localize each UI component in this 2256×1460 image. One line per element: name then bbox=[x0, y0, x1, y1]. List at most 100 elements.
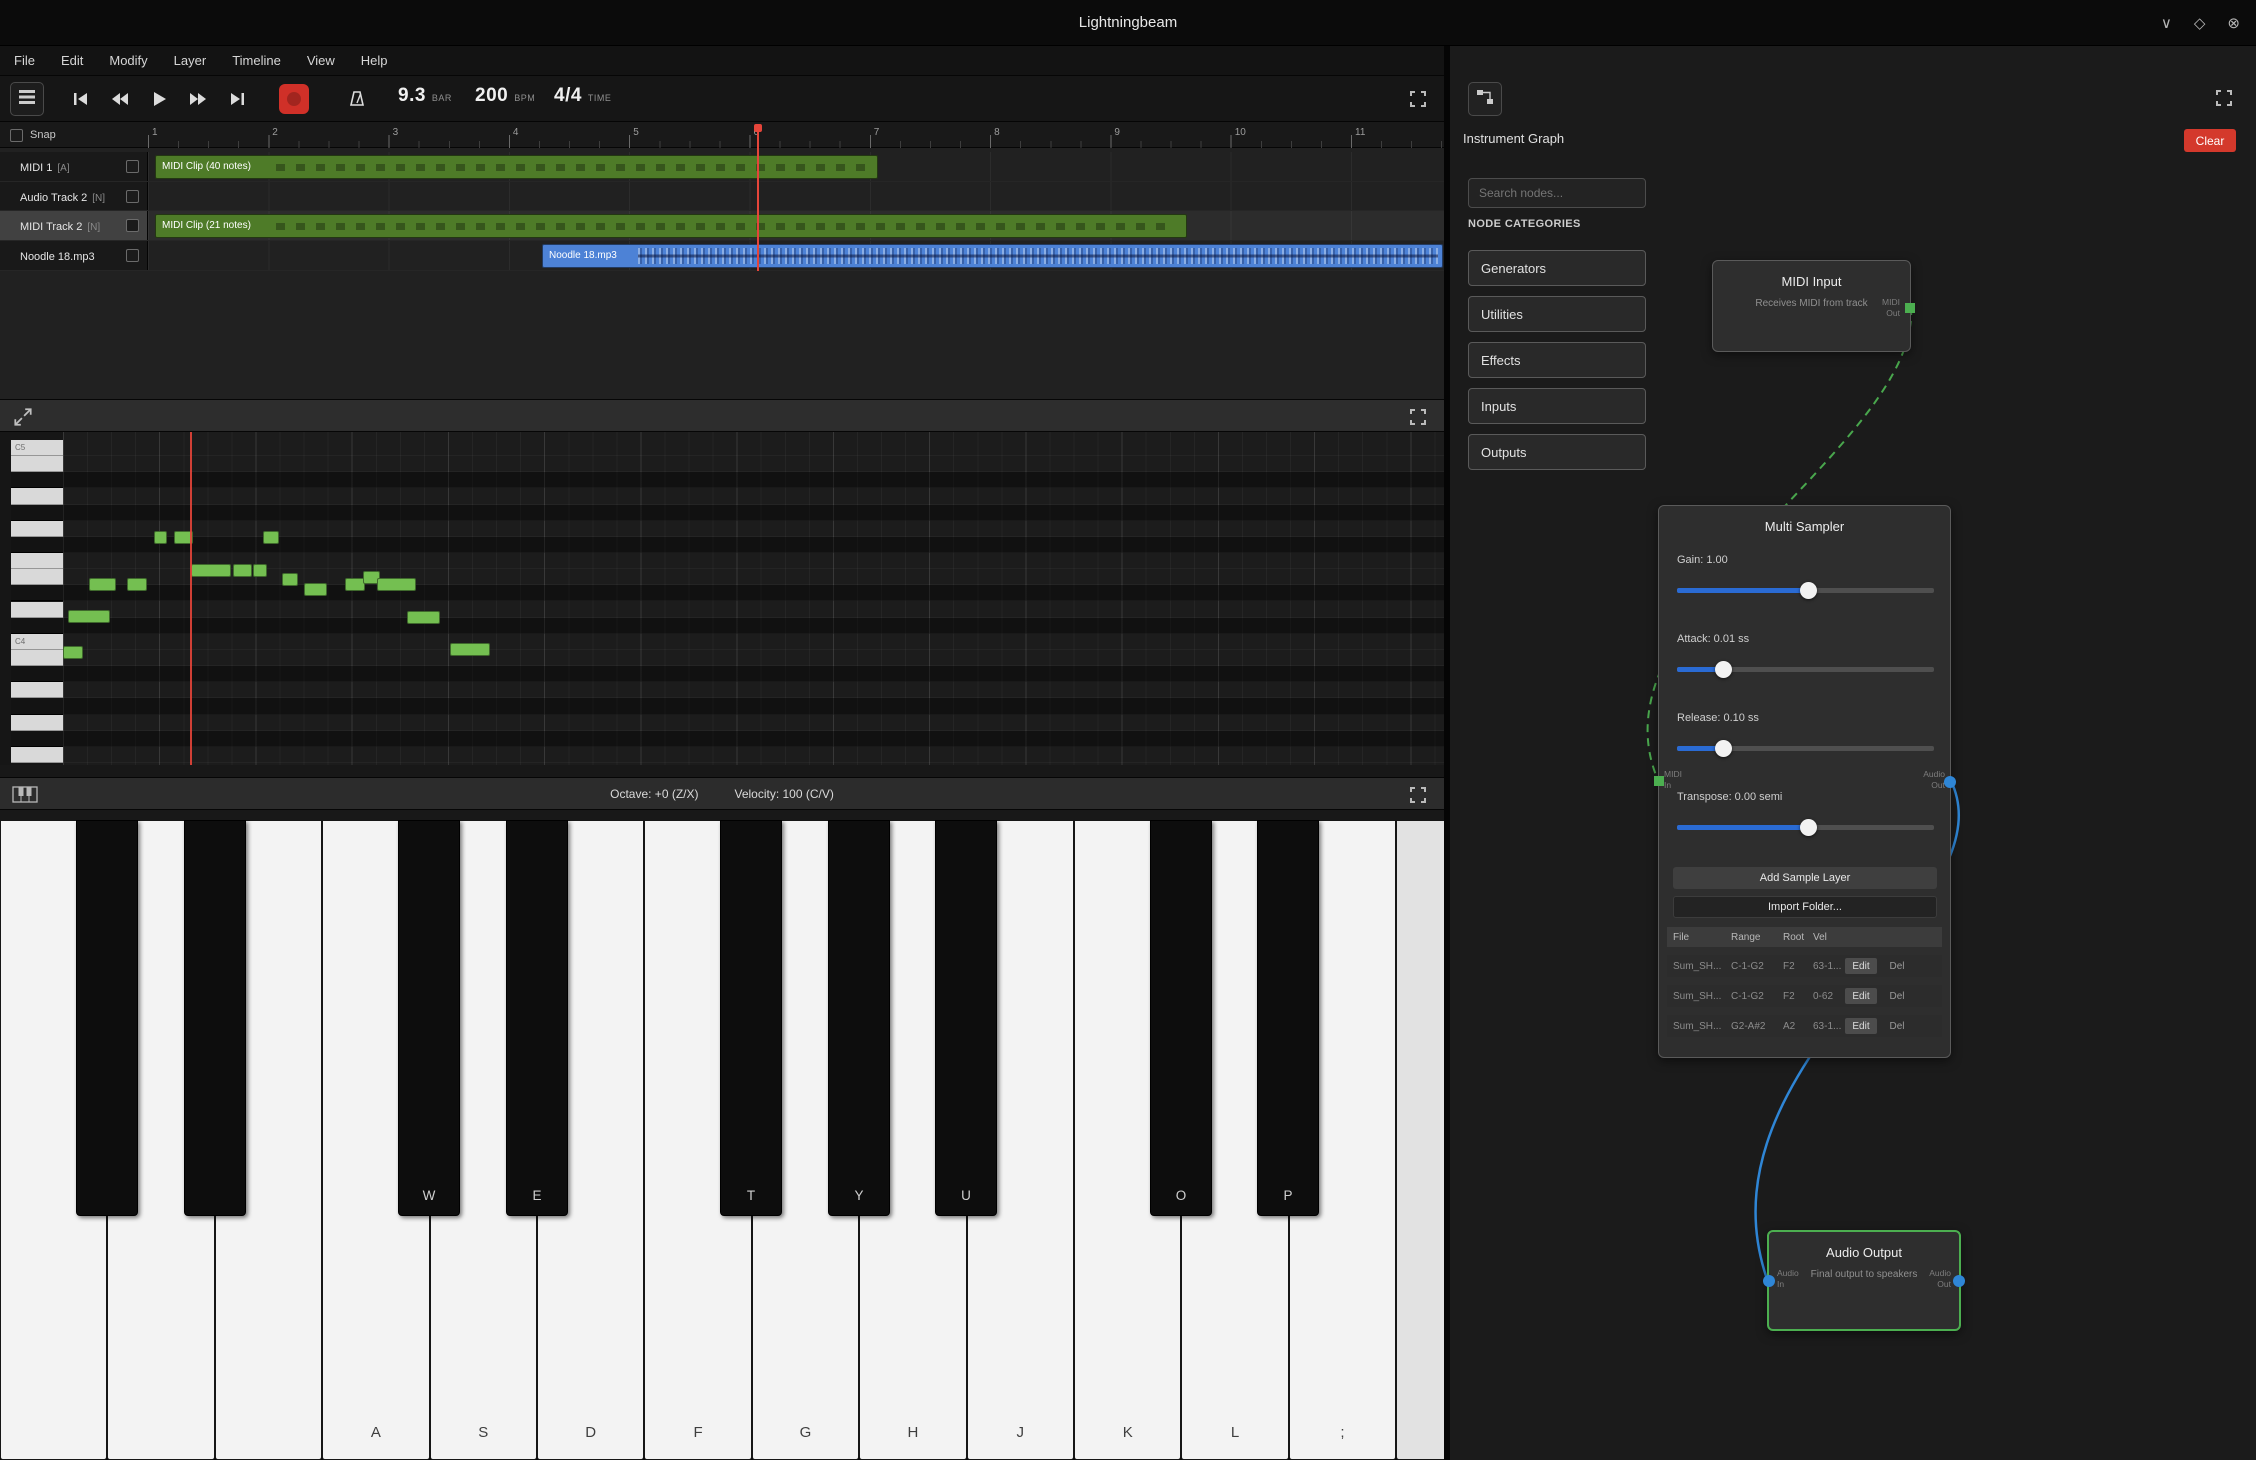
slider-track[interactable] bbox=[1677, 667, 1934, 672]
sample-delete-button[interactable]: Del bbox=[1883, 1018, 1911, 1034]
audio-in-port[interactable] bbox=[1763, 1275, 1775, 1287]
menu-edit[interactable]: Edit bbox=[61, 53, 83, 68]
roll-key[interactable] bbox=[11, 650, 63, 666]
category-outputs[interactable]: Outputs bbox=[1468, 434, 1646, 470]
timeline-playhead[interactable] bbox=[757, 124, 759, 271]
midi-note[interactable] bbox=[263, 531, 279, 544]
keyboard-fullscreen-button[interactable] bbox=[1404, 781, 1432, 809]
menu-modify[interactable]: Modify bbox=[109, 53, 147, 68]
track-row[interactable]: Audio Track 2[N] bbox=[0, 182, 1444, 212]
skip-to-end-button[interactable] bbox=[222, 82, 252, 116]
clear-graph-button[interactable]: Clear bbox=[2184, 129, 2236, 152]
midi-note[interactable] bbox=[304, 583, 327, 596]
import-folder-button[interactable]: Import Folder... bbox=[1673, 896, 1937, 918]
roll-key[interactable] bbox=[11, 747, 63, 763]
node-midi-input[interactable]: MIDI Input Receives MIDI from track MIDI… bbox=[1712, 260, 1911, 352]
add-sample-layer-button[interactable]: Add Sample Layer bbox=[1673, 867, 1937, 889]
roll-key[interactable] bbox=[11, 698, 63, 714]
sample-edit-button[interactable]: Edit bbox=[1845, 1018, 1877, 1034]
black-key[interactable]: W bbox=[398, 820, 460, 1216]
node-search-input[interactable] bbox=[1468, 178, 1646, 208]
roll-grid[interactable] bbox=[63, 432, 1444, 765]
roll-key[interactable] bbox=[11, 602, 63, 618]
rewind-button[interactable] bbox=[105, 82, 135, 116]
black-key[interactable]: P bbox=[1257, 820, 1319, 1216]
track-checkbox[interactable] bbox=[126, 219, 139, 232]
midi-note[interactable] bbox=[450, 643, 490, 656]
window-maximize-icon[interactable]: ◇ bbox=[2194, 14, 2206, 32]
timeline-ruler[interactable]: Snap 1234567891011 bbox=[0, 122, 1444, 148]
slider-handle[interactable] bbox=[1800, 582, 1817, 599]
roll-key[interactable] bbox=[11, 666, 63, 682]
roll-key[interactable] bbox=[11, 618, 63, 634]
roll-key[interactable]: C4 bbox=[11, 634, 63, 650]
roll-playhead[interactable] bbox=[190, 432, 192, 765]
play-button[interactable] bbox=[144, 82, 174, 116]
roll-key[interactable] bbox=[11, 585, 63, 601]
midi-note[interactable] bbox=[63, 646, 83, 659]
fast-forward-button[interactable] bbox=[183, 82, 213, 116]
slider-track[interactable] bbox=[1677, 825, 1934, 830]
timeline-fullscreen-button[interactable] bbox=[1404, 85, 1432, 113]
white-key[interactable] bbox=[1396, 820, 1444, 1460]
roll-key[interactable]: C5 bbox=[11, 440, 63, 456]
category-generators[interactable]: Generators bbox=[1468, 250, 1646, 286]
midi-clip[interactable]: MIDI Clip (21 notes) bbox=[155, 214, 1187, 238]
slider-handle[interactable] bbox=[1800, 819, 1817, 836]
roll-key[interactable] bbox=[11, 488, 63, 504]
midi-note[interactable] bbox=[191, 564, 231, 577]
slider-handle[interactable] bbox=[1715, 740, 1732, 757]
roll-key[interactable] bbox=[11, 553, 63, 569]
roll-key[interactable] bbox=[11, 472, 63, 488]
midi-note[interactable] bbox=[377, 578, 416, 591]
midi-clip[interactable]: MIDI Clip (40 notes) bbox=[155, 155, 878, 179]
roll-key[interactable] bbox=[11, 505, 63, 521]
sample-edit-button[interactable]: Edit bbox=[1845, 958, 1877, 974]
midi-note[interactable] bbox=[345, 578, 365, 591]
midi-note[interactable] bbox=[253, 564, 267, 577]
sample-edit-button[interactable]: Edit bbox=[1845, 988, 1877, 1004]
black-key[interactable]: E bbox=[506, 820, 568, 1216]
sample-delete-button[interactable]: Del bbox=[1883, 988, 1911, 1004]
track-checkbox[interactable] bbox=[126, 249, 139, 262]
menu-layer[interactable]: Layer bbox=[174, 53, 207, 68]
midi-out-port[interactable] bbox=[1905, 303, 1915, 313]
category-utilities[interactable]: Utilities bbox=[1468, 296, 1646, 332]
roll-key[interactable] bbox=[11, 456, 63, 472]
expand-roll-icon[interactable] bbox=[12, 406, 34, 428]
midi-note[interactable] bbox=[233, 564, 252, 577]
roll-key[interactable] bbox=[11, 682, 63, 698]
audio-out-port[interactable] bbox=[1953, 1275, 1965, 1287]
menu-view[interactable]: View bbox=[307, 53, 335, 68]
black-key[interactable] bbox=[76, 820, 138, 1216]
window-minimize-icon[interactable]: ∨ bbox=[2161, 14, 2172, 32]
midi-note[interactable] bbox=[407, 611, 440, 624]
node-audio-output[interactable]: Audio Output Final output to speakers Au… bbox=[1767, 1230, 1961, 1331]
midi-note[interactable] bbox=[89, 578, 116, 591]
midi-in-port[interactable] bbox=[1654, 776, 1664, 786]
menu-timeline[interactable]: Timeline bbox=[232, 53, 281, 68]
category-inputs[interactable]: Inputs bbox=[1468, 388, 1646, 424]
black-key[interactable]: T bbox=[720, 820, 782, 1216]
track-checkbox[interactable] bbox=[126, 190, 139, 203]
slider-track[interactable] bbox=[1677, 588, 1934, 593]
skip-to-start-button[interactable] bbox=[66, 82, 96, 116]
node-multi-sampler[interactable]: Multi Sampler Gain: 1.00Attack: 0.01 ssR… bbox=[1658, 505, 1951, 1058]
audio-clip[interactable]: Noodle 18.mp3 bbox=[542, 244, 1443, 268]
record-button[interactable] bbox=[279, 84, 309, 114]
snap-checkbox[interactable] bbox=[10, 129, 23, 142]
roll-key[interactable] bbox=[11, 537, 63, 553]
category-effects[interactable]: Effects bbox=[1468, 342, 1646, 378]
black-key[interactable]: Y bbox=[828, 820, 890, 1216]
black-key[interactable]: O bbox=[1150, 820, 1212, 1216]
roll-key[interactable] bbox=[11, 731, 63, 747]
piano-roll-fullscreen-button[interactable] bbox=[1404, 403, 1432, 431]
midi-note[interactable] bbox=[68, 610, 110, 623]
slider-track[interactable] bbox=[1677, 746, 1934, 751]
graph-view-button[interactable] bbox=[1468, 82, 1502, 116]
track-checkbox[interactable] bbox=[126, 160, 139, 173]
roll-key[interactable] bbox=[11, 521, 63, 537]
window-close-icon[interactable]: ⊗ bbox=[2227, 14, 2240, 32]
midi-note[interactable] bbox=[127, 578, 147, 591]
roll-key[interactable] bbox=[11, 715, 63, 731]
